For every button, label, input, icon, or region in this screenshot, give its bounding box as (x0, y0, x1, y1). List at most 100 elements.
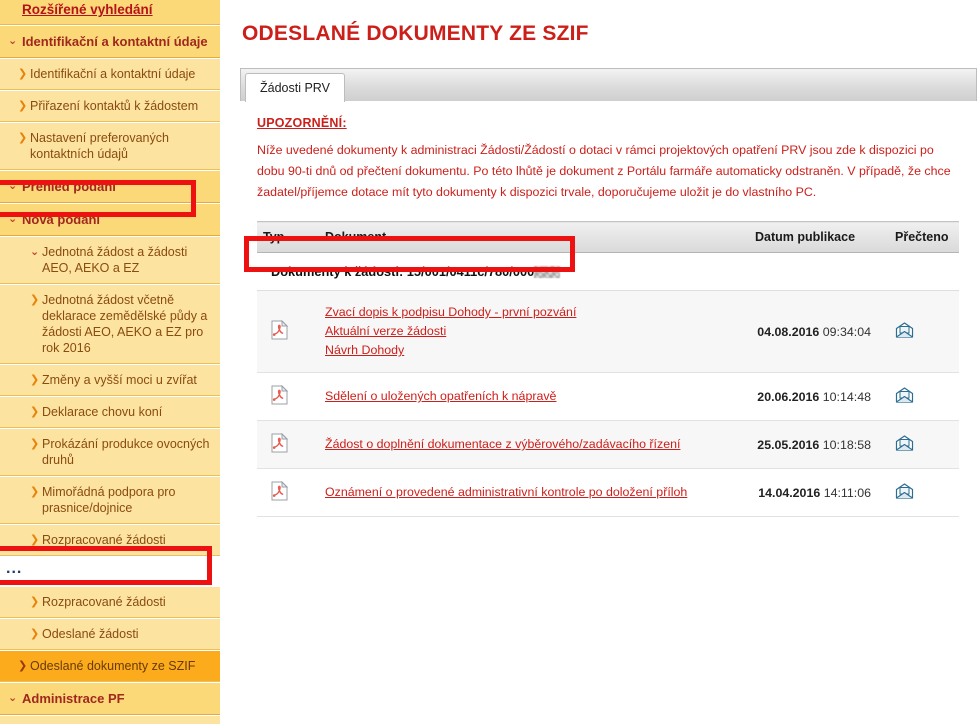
content-panel: UPOZORNĚNÍ: Níže uvedené dokumenty k adm… (240, 101, 977, 517)
sidebar-nav: Rozšířené vyhledání ⌄ Identifikační a kont… (0, 0, 220, 724)
chevron-down-icon: ⌄ (8, 692, 18, 704)
sidebar-item-label: Deklarace chovu koní (42, 405, 163, 419)
redacted-document-suffix (534, 266, 561, 278)
document-number: Dokumenty k žádosti: 15/001/0411c/780/00… (271, 264, 535, 279)
arrow-right-icon: ❯ (30, 486, 40, 498)
column-header-datum: Datum publikace (749, 221, 889, 253)
cell-type (257, 420, 319, 469)
cell-document: Oznámení o provedené administrativní kon… (319, 468, 749, 517)
sidebar-item-jednotna-zadost-a-zadosti-aeo-aeko-a-ez[interactable]: ⌄ Jednotná žádost a žádosti AEO, AEKO a E… (0, 236, 220, 284)
publication-time: 14:11:06 (823, 485, 871, 500)
sidebar-item-label: Identifikační a kontaktní údaje (30, 67, 196, 81)
table-header: Typ Dokument Datum publikace Přečteno (257, 221, 959, 253)
document-group-row: Dokumenty k žádosti: 15/001/0411c/780/00… (257, 252, 959, 291)
document-link[interactable]: Zvací dopis k podpisu Dohody - první poz… (325, 303, 743, 322)
chevron-down-icon: ⌄ (8, 213, 18, 225)
notice-title: UPOZORNĚNÍ: (257, 116, 347, 130)
cell-read-status (889, 468, 959, 517)
arrow-right-icon: ❯ (30, 406, 40, 418)
arrow-right-icon: ❯ (30, 628, 40, 640)
document-link[interactable]: Žádost o doplnění dokumentace z výběrové… (325, 435, 743, 454)
sidebar-item-jednotna-zadost-vcetne-deklarace-zemedelske-pu[interactable]: ❯ Jednotná žádost včetně deklarace zemědě… (0, 284, 220, 364)
table-header-row: Typ Dokument Datum publikace Přečteno (257, 221, 959, 253)
arrow-right-icon: ❯ (30, 294, 40, 306)
publication-date: 04.08.2016 (757, 324, 820, 339)
table-body: Dokumenty k žádosti: 15/001/0411c/780/00… (257, 252, 959, 517)
sidebar-item-zmeny-a-vyssi-moci-u-zvirat[interactable]: ❯ Změny a vyšší moci u zvířat (0, 364, 220, 396)
chevron-down-icon: ⌄ (30, 246, 40, 258)
sidebar-item-odeslane-dokumenty-ze-szif[interactable]: ❯ Odeslané dokumenty ze SZIF (0, 650, 220, 682)
sidebar-item-label: Rozpracované žádosti (42, 533, 166, 547)
sidebar-item-label: Rozpracované žádosti (42, 595, 166, 609)
chevron-down-icon: ⌄ (8, 35, 18, 47)
cell-type (257, 468, 319, 517)
open-envelope-icon[interactable] (895, 435, 914, 451)
sidebar-item-label: Přiřazení kontaktů k žádostem (30, 99, 199, 113)
main-content: ODESLANÉ DOKUMENTY ZE SZIF Žádosti PRV U… (220, 0, 980, 724)
sidebar-item-administrace-pf[interactable]: ⌄ Administrace PF (0, 682, 220, 715)
sidebar-item-identifikacni-a-kontaktni-udaje[interactable]: ❯ Identifikační a kontaktní údaje (0, 58, 220, 90)
sidebar-item-prirazeni-kontaktu-k-zadostem[interactable]: ❯ Přiřazení kontaktů k žádostem (0, 90, 220, 122)
publication-time: 10:14:48 (822, 389, 871, 404)
arrow-right-icon: ❯ (18, 660, 28, 672)
arrow-right-icon: ❯ (30, 596, 40, 608)
cell-publication-date: 04.08.2016 09:34:04 (749, 290, 889, 373)
document-link[interactable]: Sdělení o uložených opatřeních k nápravě (325, 387, 743, 406)
table-row: Oznámení o provedené administrativní kon… (257, 468, 959, 517)
pdf-icon (271, 481, 288, 501)
sidebar-item-sprava-uzivatelu-pf[interactable]: ❯Správa uživatelů PF (0, 715, 220, 724)
document-link[interactable]: Oznámení o provedené administrativní kon… (325, 483, 743, 502)
pdf-icon (271, 385, 288, 405)
cell-publication-date: 20.06.2016 10:14:48 (749, 372, 889, 421)
sidebar-item-label: Změny a vyšší moci u zvířat (42, 373, 197, 387)
document-group-label: Dokumenty k žádosti: 15/001/0411c/780/00… (257, 252, 959, 291)
publication-date: 25.05.2016 (757, 437, 820, 452)
document-link[interactable]: Aktuální verze žádosti (325, 322, 743, 341)
sidebar-item-label: Nastavení preferovaných kontaktních údaj… (30, 131, 169, 161)
cell-type (257, 290, 319, 373)
sidebar-item-nova-podani[interactable]: ⌄ Nová podání (0, 203, 220, 236)
table-row: Sdělení o uložených opatřeních k nápravě… (257, 372, 959, 421)
sidebar-item-prehled-podani[interactable]: ⌄ Přehled podání (0, 170, 220, 203)
column-header-precteno: Přečteno (889, 221, 959, 253)
sidebar-item-nastaveni-preferovanych-kontaktnich-udaju[interactable]: ❯ Nastavení preferovaných kontaktních úda… (0, 122, 220, 170)
sidebar-item-deklarace-chovu-koni[interactable]: ❯ Deklarace chovu koní (0, 396, 220, 428)
sidebar-item-label: Administrace PF (22, 691, 125, 706)
document-link[interactable]: Návrh Dohody (325, 341, 743, 360)
notice-body: Níže uvedené dokumenty k administraci Žá… (257, 143, 951, 199)
sidebar-item-identifikacni-a-kontaktni-udaje[interactable]: ⌄ Identifikační a kontaktní údaje (0, 25, 220, 58)
arrow-right-icon: ❯ (18, 100, 28, 112)
sidebar: Rozšířené vyhledání ⌄ Identifikační a kont… (0, 0, 220, 724)
sidebar-item-mimoradna-podpora-pro-prasnice-dojnice[interactable]: ❯ Mimořádná podpora pro prasnice/dojnice (0, 476, 220, 524)
cell-document: Sdělení o uložených opatřeních k nápravě (319, 372, 749, 421)
sidebar-item-rozpracovane-zadosti[interactable]: ❯ Rozpracované žádosti (0, 524, 220, 556)
cell-document: Žádost o doplnění dokumentace z výběrové… (319, 420, 749, 469)
page-title: ODESLANÉ DOKUMENTY ZE SZIF (242, 22, 589, 45)
tab-strip: Žádosti PRV (240, 68, 977, 102)
tab-zadosti-prv[interactable]: Žádosti PRV (245, 73, 345, 102)
sidebar-ellipsis-gap: ... (0, 556, 220, 586)
sidebar-advanced-search-link[interactable]: Rozšířené vyhledání (0, 0, 220, 25)
sidebar-item-label: Odeslané dokumenty ze SZIF (30, 659, 196, 673)
documents-table: Typ Dokument Datum publikace Přečteno Do… (257, 221, 959, 517)
cell-read-status (889, 372, 959, 421)
arrow-right-icon: ❯ (30, 374, 40, 386)
sidebar-item-label: Mimořádná podpora pro prasnice/dojnice (42, 485, 176, 515)
ellipsis-icon: ... (6, 560, 23, 577)
open-envelope-icon[interactable] (895, 483, 914, 499)
sidebar-item-label: Prokázání produkce ovocných druhů (42, 437, 210, 467)
sidebar-item-prokazani-produkce-ovocnych-druhu[interactable]: ❯ Prokázání produkce ovocných druhů (0, 428, 220, 476)
column-header-dokument: Dokument (319, 221, 749, 253)
sidebar-item-odeslane-zadosti[interactable]: ❯ Odeslané žádosti (0, 618, 220, 650)
sidebar-item-rozpracovane-zadosti[interactable]: ❯ Rozpracované žádosti (0, 586, 220, 618)
cell-read-status (889, 420, 959, 469)
publication-date: 14.04.2016 (758, 485, 821, 500)
sidebar-item-label: Jednotná žádost včetně deklarace zeměděl… (42, 293, 208, 355)
sidebar-item-label: Jednotná žádost a žádosti AEO, AEKO a EZ (42, 245, 188, 275)
publication-time: 10:18:58 (822, 437, 871, 452)
open-envelope-icon[interactable] (895, 387, 914, 403)
cell-read-status (889, 290, 959, 373)
open-envelope-icon[interactable] (895, 322, 914, 338)
publication-date: 20.06.2016 (757, 389, 820, 404)
cell-publication-date: 14.04.2016 14:11:06 (749, 468, 889, 517)
